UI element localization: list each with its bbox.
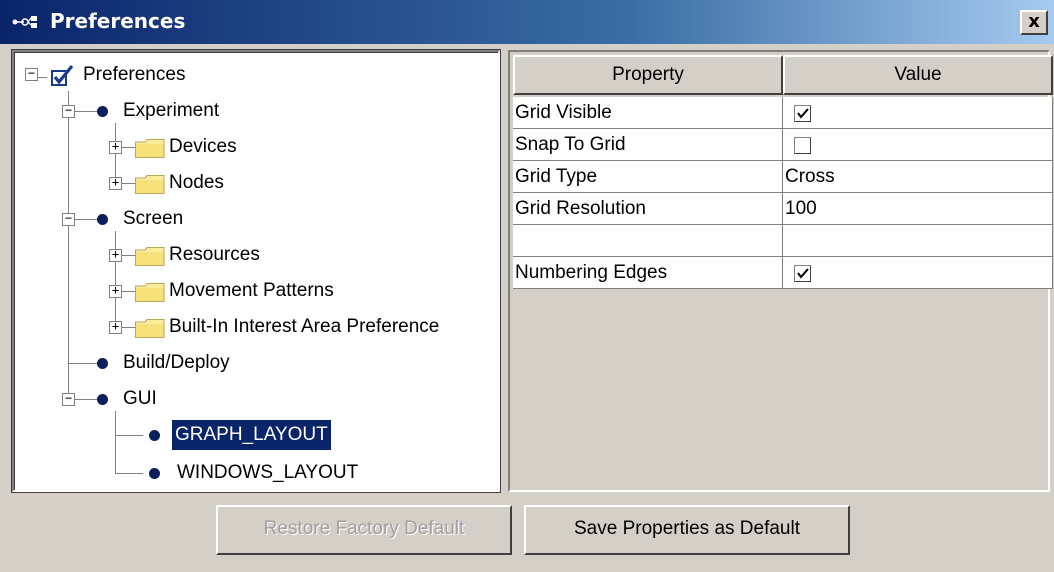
property-table-body: Grid Visible Snap To Grid Grid Type Cros… <box>513 97 1053 289</box>
tree-item-graph-layout[interactable]: GRAPH_LAYOUT <box>15 419 495 451</box>
value-cell[interactable] <box>783 97 1053 129</box>
column-header-property[interactable]: Property <box>513 55 783 95</box>
preferences-tree[interactable]: − Preferences − Experiment + Devices + N… <box>11 49 501 493</box>
app-icon <box>12 16 37 28</box>
tree-item-label: Built-In Interest Area Preference <box>169 316 440 337</box>
collapse-icon[interactable]: − <box>62 104 75 118</box>
tree-item-devices[interactable]: + Devices <box>15 131 495 163</box>
checkmark-icon <box>797 268 809 279</box>
tree-item-label: WINDOWS_LAYOUT <box>177 462 359 483</box>
property-cell[interactable]: Grid Type <box>513 161 783 193</box>
property-cell[interactable]: Numbering Edges <box>513 257 783 289</box>
expand-icon[interactable]: + <box>109 176 122 190</box>
bullet-icon <box>149 468 160 479</box>
property-value: 100 <box>785 198 817 219</box>
collapse-icon[interactable]: − <box>25 67 38 81</box>
property-cell[interactable]: Grid Visible <box>513 97 783 129</box>
property-cell[interactable]: Snap To Grid <box>513 129 783 161</box>
close-icon: x <box>1028 11 1040 32</box>
expand-icon[interactable]: + <box>109 284 122 298</box>
expand-icon[interactable]: + <box>109 140 122 154</box>
property-cell[interactable]: Grid Resolution <box>513 193 783 225</box>
grid-visible-checkbox[interactable] <box>794 105 811 122</box>
tree-item-label: Devices <box>169 136 237 157</box>
bullet-icon <box>97 394 108 405</box>
tree-item-nodes[interactable]: + Nodes <box>15 167 495 199</box>
value-cell[interactable] <box>783 129 1053 161</box>
property-name: Snap To Grid <box>515 134 626 155</box>
tree-item-label: Resources <box>169 244 260 265</box>
column-header-label: Property <box>612 64 684 85</box>
column-header-value[interactable]: Value <box>783 55 1053 95</box>
numbering-edges-checkbox[interactable] <box>794 265 811 282</box>
preferences-window: Preferences x − Preferences − Experiment… <box>0 0 1054 572</box>
bullet-icon <box>97 106 108 117</box>
property-name: Grid Type <box>515 166 598 187</box>
expand-icon[interactable]: + <box>109 248 122 262</box>
bullet-icon <box>97 358 108 369</box>
folder-icon <box>135 283 165 302</box>
value-cell[interactable] <box>783 225 1053 257</box>
property-name: Grid Visible <box>515 102 612 123</box>
collapse-icon[interactable]: − <box>62 212 75 226</box>
folder-icon <box>135 247 165 266</box>
property-table: Property Value Grid Visible Snap To Grid <box>508 50 1053 492</box>
bullet-icon <box>97 214 108 225</box>
tree-item-screen[interactable]: − Screen <box>15 203 495 235</box>
folder-icon <box>135 319 165 338</box>
value-cell[interactable]: Cross <box>783 161 1053 193</box>
tree-item-resources[interactable]: + Resources <box>15 239 495 271</box>
tree-item-label: Preferences <box>83 64 186 85</box>
tree-item-built-in-interest-area-preference[interactable]: + Built-In Interest Area Preference <box>15 311 495 343</box>
title-bar[interactable]: Preferences x <box>0 0 1054 44</box>
tree-item-gui[interactable]: − GUI <box>15 383 495 415</box>
restore-factory-default-button[interactable]: Restore Factory Default <box>216 505 512 555</box>
close-button[interactable]: x <box>1020 10 1048 35</box>
tree-item-label: GRAPH_LAYOUT <box>171 419 332 451</box>
property-value: Cross <box>785 166 835 187</box>
tree-item-label: GUI <box>123 388 157 409</box>
tree-item-label: Movement Patterns <box>169 280 334 301</box>
tree-item-label: Build/Deploy <box>123 352 230 373</box>
column-header-label: Value <box>894 64 942 85</box>
button-label: Save Properties as Default <box>573 518 800 539</box>
value-cell[interactable]: 100 <box>783 193 1053 225</box>
tree-item-experiment[interactable]: − Experiment <box>15 95 495 127</box>
bullet-icon <box>149 430 160 441</box>
tree-item-movement-patterns[interactable]: + Movement Patterns <box>15 275 495 307</box>
tree-item-label: Experiment <box>123 100 220 121</box>
tree-item-label: Screen <box>123 208 184 229</box>
checked-checkbox-icon <box>51 64 74 86</box>
folder-icon <box>135 139 165 158</box>
property-name: Numbering Edges <box>515 262 668 283</box>
tree-item-build-deploy[interactable]: Build/Deploy <box>15 347 495 379</box>
folder-icon <box>135 175 165 194</box>
property-name: Grid Resolution <box>515 198 646 219</box>
checkmark-icon <box>797 108 809 119</box>
tree-item-preferences[interactable]: − Preferences <box>15 59 495 91</box>
tree-item-label: Nodes <box>169 172 224 193</box>
snap-to-grid-checkbox[interactable] <box>794 137 811 154</box>
tree-item-windows-layout[interactable]: WINDOWS_LAYOUT <box>15 457 495 489</box>
expand-icon[interactable]: + <box>109 320 122 334</box>
window-title: Preferences <box>50 9 186 33</box>
button-label: Restore Factory Default <box>263 518 465 539</box>
property-cell[interactable] <box>513 225 783 257</box>
collapse-icon[interactable]: − <box>62 392 75 406</box>
value-cell[interactable] <box>783 257 1053 289</box>
save-properties-as-default-button[interactable]: Save Properties as Default <box>524 505 850 555</box>
